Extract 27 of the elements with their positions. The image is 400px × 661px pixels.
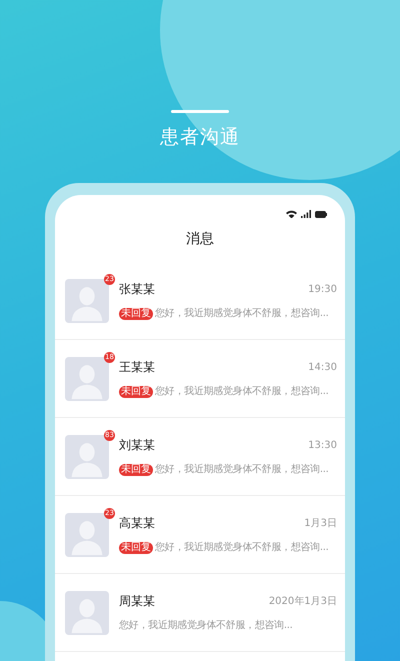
message-time: 19:30 <box>308 282 337 296</box>
status-tag: 未回复 <box>119 308 153 320</box>
battery-icon <box>315 210 327 218</box>
contact-name: 王某某 <box>119 359 155 376</box>
screen-title: 消息 <box>186 231 214 247</box>
header-underline <box>171 110 229 113</box>
status-tag: 未回复 <box>119 542 153 554</box>
message-preview: 您好，我近期感觉身体不舒服，想咨询... <box>119 618 293 633</box>
conversation-item[interactable]: 周某某 2020年1月3日 您好，我近期感觉身体不舒服，想咨询... <box>55 574 345 652</box>
avatar-icon <box>65 590 109 634</box>
message-preview: 您好，我近期感觉身体不舒服，想咨询... <box>155 384 329 399</box>
message-time: 2020年1月3日 <box>268 594 337 608</box>
status-tag: 未回复 <box>119 464 153 476</box>
contact-name: 刘某某 <box>119 437 155 454</box>
message-preview: 您好，我近期感觉身体不舒服，想咨询... <box>155 540 329 555</box>
wifi-icon <box>286 210 297 218</box>
contact-name: 高某某 <box>119 515 155 532</box>
message-time: 1月3日 <box>304 516 337 530</box>
contact-name: 张某某 <box>119 281 155 298</box>
contact-name: 周某某 <box>119 593 155 610</box>
status-tag: 未回复 <box>119 386 153 398</box>
message-preview: 您好，我近期感觉身体不舒服，想咨询... <box>155 462 329 477</box>
page-title: 患者沟通 <box>160 125 240 150</box>
message-time: 14:30 <box>308 360 337 374</box>
signal-icon <box>301 210 311 218</box>
message-preview: 您好，我近期感觉身体不舒服，想咨询... <box>155 306 329 321</box>
message-time: 13:30 <box>308 438 337 452</box>
